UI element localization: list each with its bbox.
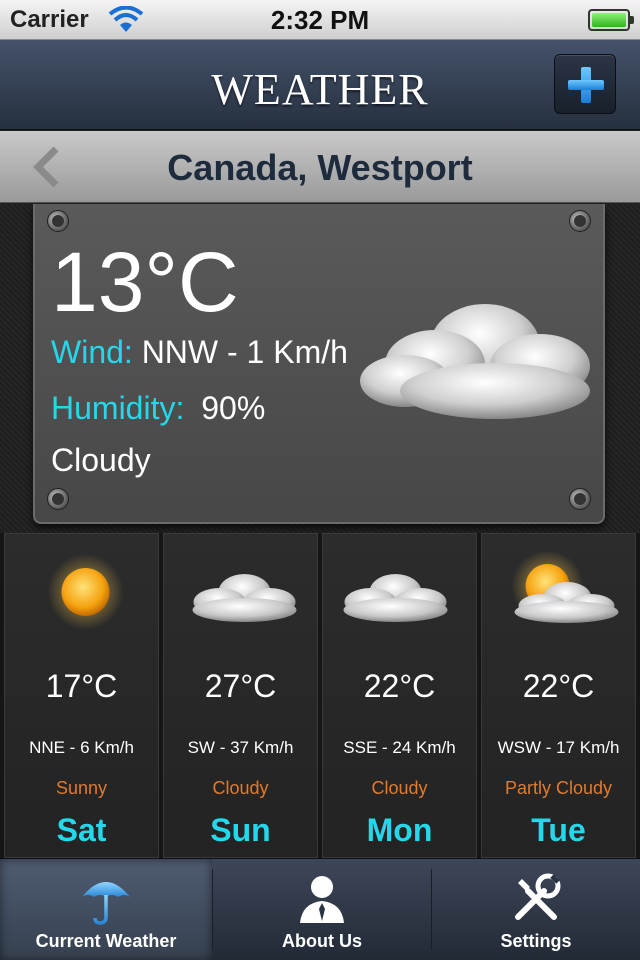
forecast-day-card[interactable]: 22°C WSW - 17 Km/h Partly Cloudy Tue [481, 533, 636, 858]
current-weather-panel: 13°C Wind: NNW - 1 Km/h Humidity: 90% Cl… [33, 204, 605, 524]
status-bar: Carrier 2:32 PM [0, 0, 640, 40]
partly-cloudy-icon [511, 552, 619, 623]
screw-icon [569, 210, 591, 232]
plus-icon-bar [568, 80, 604, 90]
humidity-row: Humidity: 90% [51, 390, 265, 427]
screw-icon [47, 488, 69, 510]
wind-row: Wind: NNW - 1 Km/h [51, 334, 348, 371]
humidity-value: 90% [201, 390, 266, 426]
add-location-button[interactable] [554, 54, 616, 114]
forecast-temp: 22°C [522, 668, 595, 704]
umbrella-icon [82, 882, 130, 925]
page-title: WEATHER [211, 65, 429, 114]
humidity-label: Humidity: [51, 390, 185, 426]
wind-value: NNW - 1 Km/h [141, 334, 348, 370]
location-title: Canada, Westport [167, 147, 473, 188]
forecast-condition: Partly Cloudy [504, 778, 613, 798]
wind-label: Wind: [51, 334, 133, 370]
tab-current-weather[interactable]: Current Weather [0, 859, 212, 960]
cloud-icon [343, 574, 448, 622]
forecast-day-card[interactable]: 27°C SW - 37 Km/h Cloudy Sun [163, 533, 318, 858]
tab-bar: Current Weather About Us Settings [0, 858, 640, 960]
forecast-day-name: Sun [210, 812, 271, 848]
sun-icon [47, 554, 124, 630]
current-temperature: 13°C [51, 235, 239, 329]
cloud-icon [192, 574, 297, 622]
tab-label: About Us [282, 931, 362, 951]
location-bar: Canada, Westport [0, 131, 640, 203]
current-condition: Cloudy [51, 442, 151, 478]
battery-icon [588, 9, 634, 31]
forecast-condition: Sunny [55, 778, 108, 798]
forecast-day-card[interactable]: 22°C SSE - 24 Km/h Cloudy Mon [322, 533, 477, 858]
cloud-icon [360, 304, 590, 419]
forecast-wind: WSW - 17 Km/h [497, 738, 620, 757]
tools-icon [515, 873, 561, 920]
forecast-wind: SW - 37 Km/h [187, 738, 294, 757]
screw-icon [569, 488, 591, 510]
screw-icon [47, 210, 69, 232]
person-icon [300, 876, 344, 923]
forecast-temp: 17°C [45, 668, 118, 704]
forecast-wind: SSE - 24 Km/h [343, 738, 456, 757]
forecast-temp: 22°C [363, 668, 436, 704]
forecast-day-name: Mon [366, 812, 433, 848]
tab-label: Current Weather [35, 931, 177, 951]
tab-about-us[interactable]: About Us [213, 859, 431, 960]
forecast-condition: Cloudy [212, 778, 269, 798]
forecast-wind: NNE - 6 Km/h [29, 738, 134, 757]
tab-settings[interactable]: Settings [432, 859, 640, 960]
forecast-day-card[interactable]: 17°C NNE - 6 Km/h Sunny Sat [4, 533, 159, 858]
forecast-day-name: Sat [56, 812, 107, 848]
forecast-strip: 17°C NNE - 6 Km/h Sunny Sat 27°C SW - 37… [0, 533, 640, 858]
forecast-day-name: Tue [531, 812, 586, 848]
nav-bar: WEATHER [0, 40, 640, 130]
tab-label: Settings [500, 931, 572, 951]
forecast-temp: 27°C [204, 668, 277, 704]
status-time: 2:32 PM [270, 5, 370, 35]
forecast-condition: Cloudy [371, 778, 428, 798]
